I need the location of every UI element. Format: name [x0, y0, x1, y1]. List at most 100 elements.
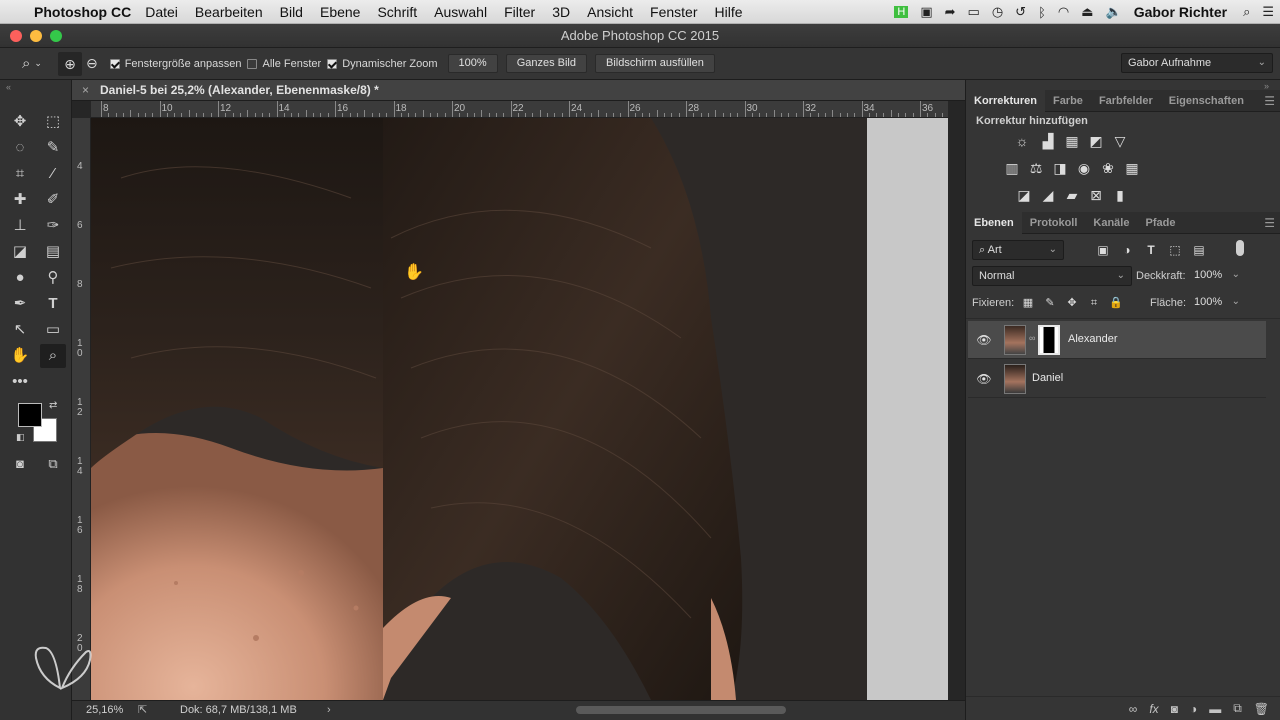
- document-size-info[interactable]: Dok: 68,7 MB/138,1 MB: [180, 701, 297, 720]
- tab-farbfelder[interactable]: Farbfelder: [1091, 90, 1161, 112]
- layer-thumbnail[interactable]: [1004, 325, 1026, 355]
- vibrance-icon[interactable]: ▽: [1111, 132, 1129, 150]
- history-brush-tool-icon[interactable]: ✑: [40, 214, 66, 238]
- type-tool-icon[interactable]: T: [40, 292, 66, 316]
- brightness-contrast-icon[interactable]: ☼: [1013, 132, 1031, 150]
- bluetooth-icon[interactable]: ᛒ: [1038, 5, 1046, 20]
- new-group-icon[interactable]: ▬: [1209, 702, 1221, 716]
- move-tool-icon[interactable]: ✥: [7, 110, 33, 134]
- menu-filter[interactable]: Filter: [504, 4, 535, 20]
- link-layers-icon[interactable]: ∞: [1129, 702, 1138, 716]
- export-icon[interactable]: ⇱: [138, 701, 147, 720]
- menu-ansicht[interactable]: Ansicht: [587, 4, 633, 20]
- trash-icon[interactable]: 🗑: [1254, 702, 1269, 716]
- menu-datei[interactable]: Datei: [145, 4, 178, 20]
- quick-selection-tool-icon[interactable]: ✎: [40, 136, 66, 160]
- lock-all-icon[interactable]: 🔒: [1107, 294, 1125, 312]
- notification-list-icon[interactable]: ☰: [1262, 4, 1274, 20]
- eye-icon[interactable]: 👁: [976, 372, 992, 386]
- resize-windows-checkbox[interactable]: [109, 58, 120, 69]
- exposure-icon[interactable]: ◩: [1087, 132, 1105, 150]
- layer-row-daniel[interactable]: 👁 Daniel: [968, 360, 1266, 398]
- zoom-out-icon[interactable]: ⊖: [86, 55, 98, 72]
- time-machine-icon[interactable]: ↺: [1015, 4, 1026, 20]
- document-tab[interactable]: × Daniel-5 bei 25,2% (Alexander, Ebenenm…: [72, 80, 965, 101]
- posterize-icon[interactable]: ◢: [1039, 186, 1057, 204]
- collapse-panel-icon[interactable]: «: [6, 82, 11, 92]
- invert-icon[interactable]: ◪: [1015, 186, 1033, 204]
- zoom-level-field[interactable]: 25,16%: [86, 701, 123, 720]
- rectangle-tool-icon[interactable]: ▭: [40, 318, 66, 342]
- menu-fenster[interactable]: Fenster: [650, 4, 697, 20]
- tab-kanaele[interactable]: Kanäle: [1085, 212, 1137, 234]
- zoom-window-button[interactable]: [50, 30, 62, 42]
- color-balance-icon[interactable]: ⚖: [1027, 159, 1045, 177]
- tab-protokoll[interactable]: Protokoll: [1022, 212, 1086, 234]
- zoom-in-icon[interactable]: ⊕: [57, 51, 82, 76]
- healing-brush-tool-icon[interactable]: ✚: [7, 188, 33, 212]
- filter-pixel-layers-icon[interactable]: ▣: [1094, 241, 1112, 259]
- default-colors-icon[interactable]: ◧: [16, 432, 25, 443]
- black-white-icon[interactable]: ◨: [1051, 159, 1069, 177]
- close-window-button[interactable]: [10, 30, 22, 42]
- fx-icon[interactable]: fx: [1149, 702, 1158, 716]
- workspace-select[interactable]: Gabor Aufnahme ⌄: [1121, 53, 1273, 73]
- foreground-color-swatch[interactable]: [18, 403, 42, 427]
- screen-mode-icon[interactable]: ⧉: [40, 452, 66, 476]
- user-menu[interactable]: Gabor Richter: [1134, 4, 1227, 20]
- status-menu-arrow-icon[interactable]: ›: [327, 701, 331, 720]
- menu-schrift[interactable]: Schrift: [377, 4, 417, 20]
- more-tools-icon[interactable]: •••: [7, 370, 33, 394]
- opacity-field[interactable]: 100% ⌄: [1188, 266, 1246, 286]
- lock-transparency-icon[interactable]: ▦: [1019, 294, 1037, 312]
- fill-screen-button[interactable]: Bildschirm ausfüllen: [595, 54, 715, 73]
- volume-icon[interactable]: 🔈: [1106, 4, 1122, 20]
- blur-tool-icon[interactable]: ●: [7, 266, 33, 290]
- zoom-tool-icon[interactable]: ⌕: [40, 344, 66, 368]
- pen-tool-icon[interactable]: ✒: [7, 292, 33, 316]
- clock-icon[interactable]: ◷: [992, 4, 1003, 20]
- all-windows-checkbox[interactable]: [247, 58, 258, 69]
- eyedropper-tool-icon[interactable]: ⁄: [40, 162, 66, 186]
- layer-row-alexander[interactable]: 👁 ∞ Alexander: [968, 321, 1266, 359]
- tab-farbe[interactable]: Farbe: [1045, 90, 1091, 112]
- photo-filter-icon[interactable]: ◉: [1075, 159, 1093, 177]
- menu-bild[interactable]: Bild: [280, 4, 303, 20]
- add-mask-icon[interactable]: ◙: [1171, 702, 1178, 716]
- scrubby-zoom-checkbox[interactable]: [327, 58, 338, 69]
- layer-name[interactable]: Daniel: [1032, 372, 1063, 384]
- chain-link-icon[interactable]: ∞: [1029, 333, 1035, 343]
- eye-icon[interactable]: 👁: [976, 333, 992, 347]
- share-icon[interactable]: ➦: [945, 4, 956, 20]
- crop-tool-icon[interactable]: ⌗: [7, 162, 33, 186]
- filter-type-layers-icon[interactable]: T: [1142, 241, 1160, 259]
- path-selection-tool-icon[interactable]: ↖: [7, 318, 33, 342]
- menu-hilfe[interactable]: Hilfe: [715, 4, 743, 20]
- zoom-100-button[interactable]: 100%: [447, 54, 498, 73]
- document-canvas[interactable]: ✋: [91, 118, 948, 700]
- panel-menu-icon[interactable]: ☰: [1264, 94, 1275, 108]
- selective-color-icon[interactable]: ⊠: [1087, 186, 1105, 204]
- gradient-map-icon[interactable]: ▮: [1111, 186, 1129, 204]
- fit-screen-button[interactable]: Ganzes Bild: [505, 54, 587, 73]
- menu-bearbeiten[interactable]: Bearbeiten: [195, 4, 263, 20]
- tab-pfade[interactable]: Pfade: [1137, 212, 1183, 234]
- swap-colors-icon[interactable]: ⇄: [49, 400, 57, 411]
- lasso-tool-icon[interactable]: ◌: [7, 136, 33, 160]
- green-app-icon[interactable]: H: [894, 6, 909, 18]
- brush-tool-icon[interactable]: ✐: [40, 188, 66, 212]
- curves-icon[interactable]: ▦: [1063, 132, 1081, 150]
- tab-eigenschaften[interactable]: Eigenschaften: [1161, 90, 1252, 112]
- layer-thumbnail[interactable]: [1004, 364, 1026, 394]
- filter-toggle-switch[interactable]: [1236, 240, 1244, 256]
- tab-ebenen[interactable]: Ebenen: [966, 211, 1022, 234]
- zoom-tool-preset-icon[interactable]: ⌕: [22, 55, 30, 72]
- channel-mixer-icon[interactable]: ❀: [1099, 159, 1117, 177]
- hand-tool-icon[interactable]: ✋: [7, 344, 33, 368]
- spotlight-search-icon[interactable]: ⌕: [1243, 4, 1250, 20]
- blend-mode-select[interactable]: Normal ⌄: [972, 266, 1132, 286]
- color-lookup-icon[interactable]: ▦: [1123, 159, 1141, 177]
- app-menu[interactable]: Photoshop CC: [34, 4, 131, 20]
- filter-adjustment-layers-icon[interactable]: ◑: [1118, 241, 1136, 259]
- new-layer-icon[interactable]: ⧉: [1233, 701, 1242, 716]
